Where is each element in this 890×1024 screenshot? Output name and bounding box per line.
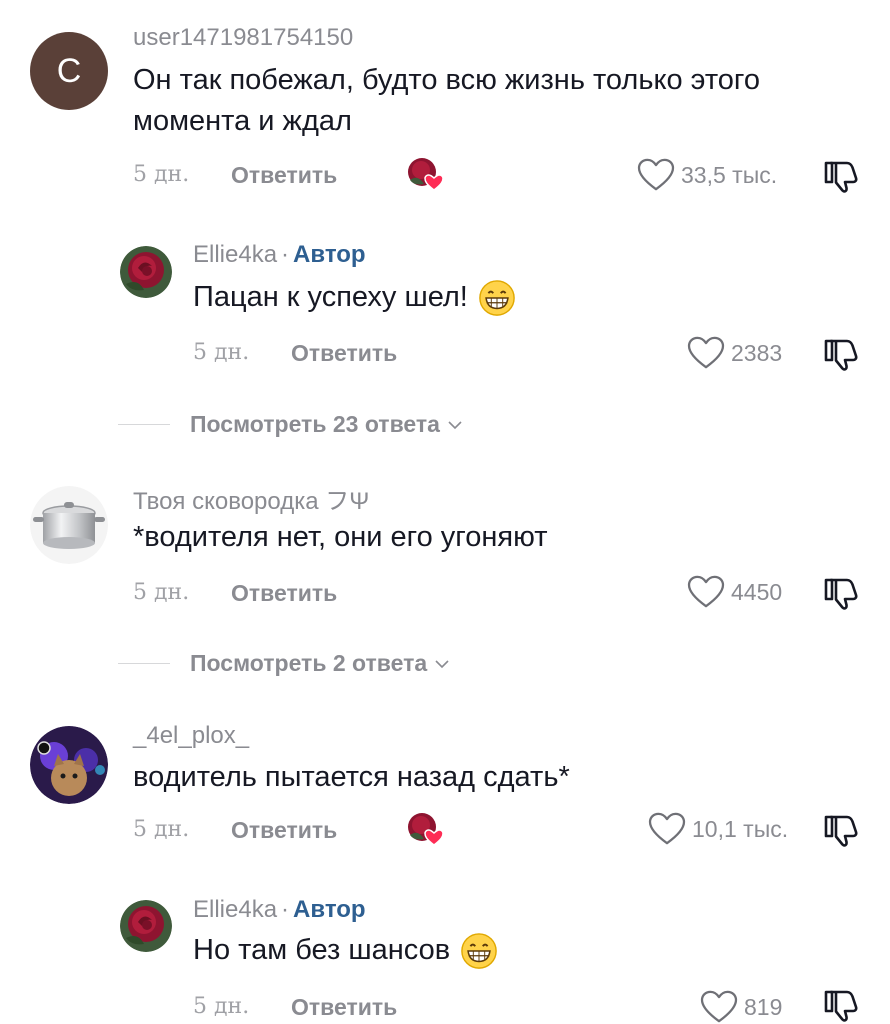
comment-time: 5 дн. [193,340,250,365]
author-badge: Автор [293,241,366,268]
like-button[interactable]: 10,1 тыс. [648,812,788,846]
grin-emoji [460,932,498,970]
avatar[interactable] [30,486,108,564]
author-username[interactable]: Ellie4ka [193,241,277,268]
like-count: 4450 [731,578,783,605]
comment-username[interactable]: user1471981754150 [133,24,353,52]
comment-text: *водителя нет, они его угоняют [133,521,548,553]
chevron-down-icon [448,420,462,430]
like-count: 819 [744,993,783,1020]
avatar-letter: C [56,51,82,90]
divider-line [118,663,170,664]
chevron-down-icon [435,659,449,669]
like-count: 10,1 тыс. [692,815,789,842]
comment-text: водитель пытается назад сдать* [133,761,570,793]
thumbs-down-icon[interactable] [822,986,860,1024]
comment-time: 5 дн. [133,162,190,187]
heart-outline-icon [687,575,725,609]
like-count: 2383 [731,339,783,366]
author-badge: Автор [293,896,366,923]
thumbs-down-icon[interactable] [822,811,860,849]
avatar[interactable]: C [30,32,108,110]
reply-button[interactable]: Ответить [291,340,397,367]
creator-liked-badge-icon [404,156,444,192]
thumbs-down-icon[interactable] [822,335,860,373]
comment-text: Но там без шансов [193,930,890,971]
like-button[interactable]: 819 [700,990,782,1024]
thumbs-down-icon[interactable] [822,157,860,195]
separator-dot: · [281,896,290,923]
comment-username[interactable]: _4el_plox_ [133,722,249,750]
comment-text: Пацан к успеху шел! [193,277,890,318]
comment-text: Он так побежал, будто всю жизнь только э… [133,64,760,137]
like-button[interactable]: 2383 [687,336,782,370]
thumbs-down-icon[interactable] [822,574,860,612]
heart-outline-icon [648,812,686,846]
reply-button[interactable]: Ответить [231,817,337,844]
reply-button[interactable]: Ответить [231,162,337,189]
comment-time: 5 дн. [193,994,250,1019]
comment-time: 5 дн. [133,580,190,605]
separator-dot: · [281,241,290,268]
comment-text-content: Пацан к успеху шел! [193,281,468,313]
like-count: 33,5 тыс. [681,161,778,188]
heart-outline-icon [687,336,725,370]
heart-outline-icon [700,990,738,1024]
comment-username[interactable]: Твоя сковородка フΨ [133,481,369,516]
comment-time: 5 дн. [133,817,190,842]
reply-button[interactable]: Ответить [231,580,337,607]
like-button[interactable]: 4450 [687,575,782,609]
comment-username: Ellie4ka · Автор [193,896,366,924]
grin-emoji [478,279,516,317]
view-replies-button[interactable]: Посмотреть 23 ответа [190,411,440,438]
view-replies-button[interactable]: Посмотреть 2 ответа [190,650,427,677]
view-replies-row: Посмотреть 23 ответа [118,411,818,438]
divider-line [118,424,170,425]
avatar[interactable] [120,246,172,298]
reply-button[interactable]: Ответить [291,994,397,1021]
avatar[interactable] [30,726,108,804]
like-button[interactable]: 33,5 тыс. [637,158,777,192]
heart-outline-icon [637,158,675,192]
comment-username: Ellie4ka · Автор [193,241,366,269]
avatar[interactable] [120,900,172,952]
creator-liked-badge-icon [404,811,444,847]
author-username[interactable]: Ellie4ka [193,896,277,923]
comment-text-content: Но там без шансов [193,934,451,966]
view-replies-row: Посмотреть 2 ответа [118,650,818,677]
